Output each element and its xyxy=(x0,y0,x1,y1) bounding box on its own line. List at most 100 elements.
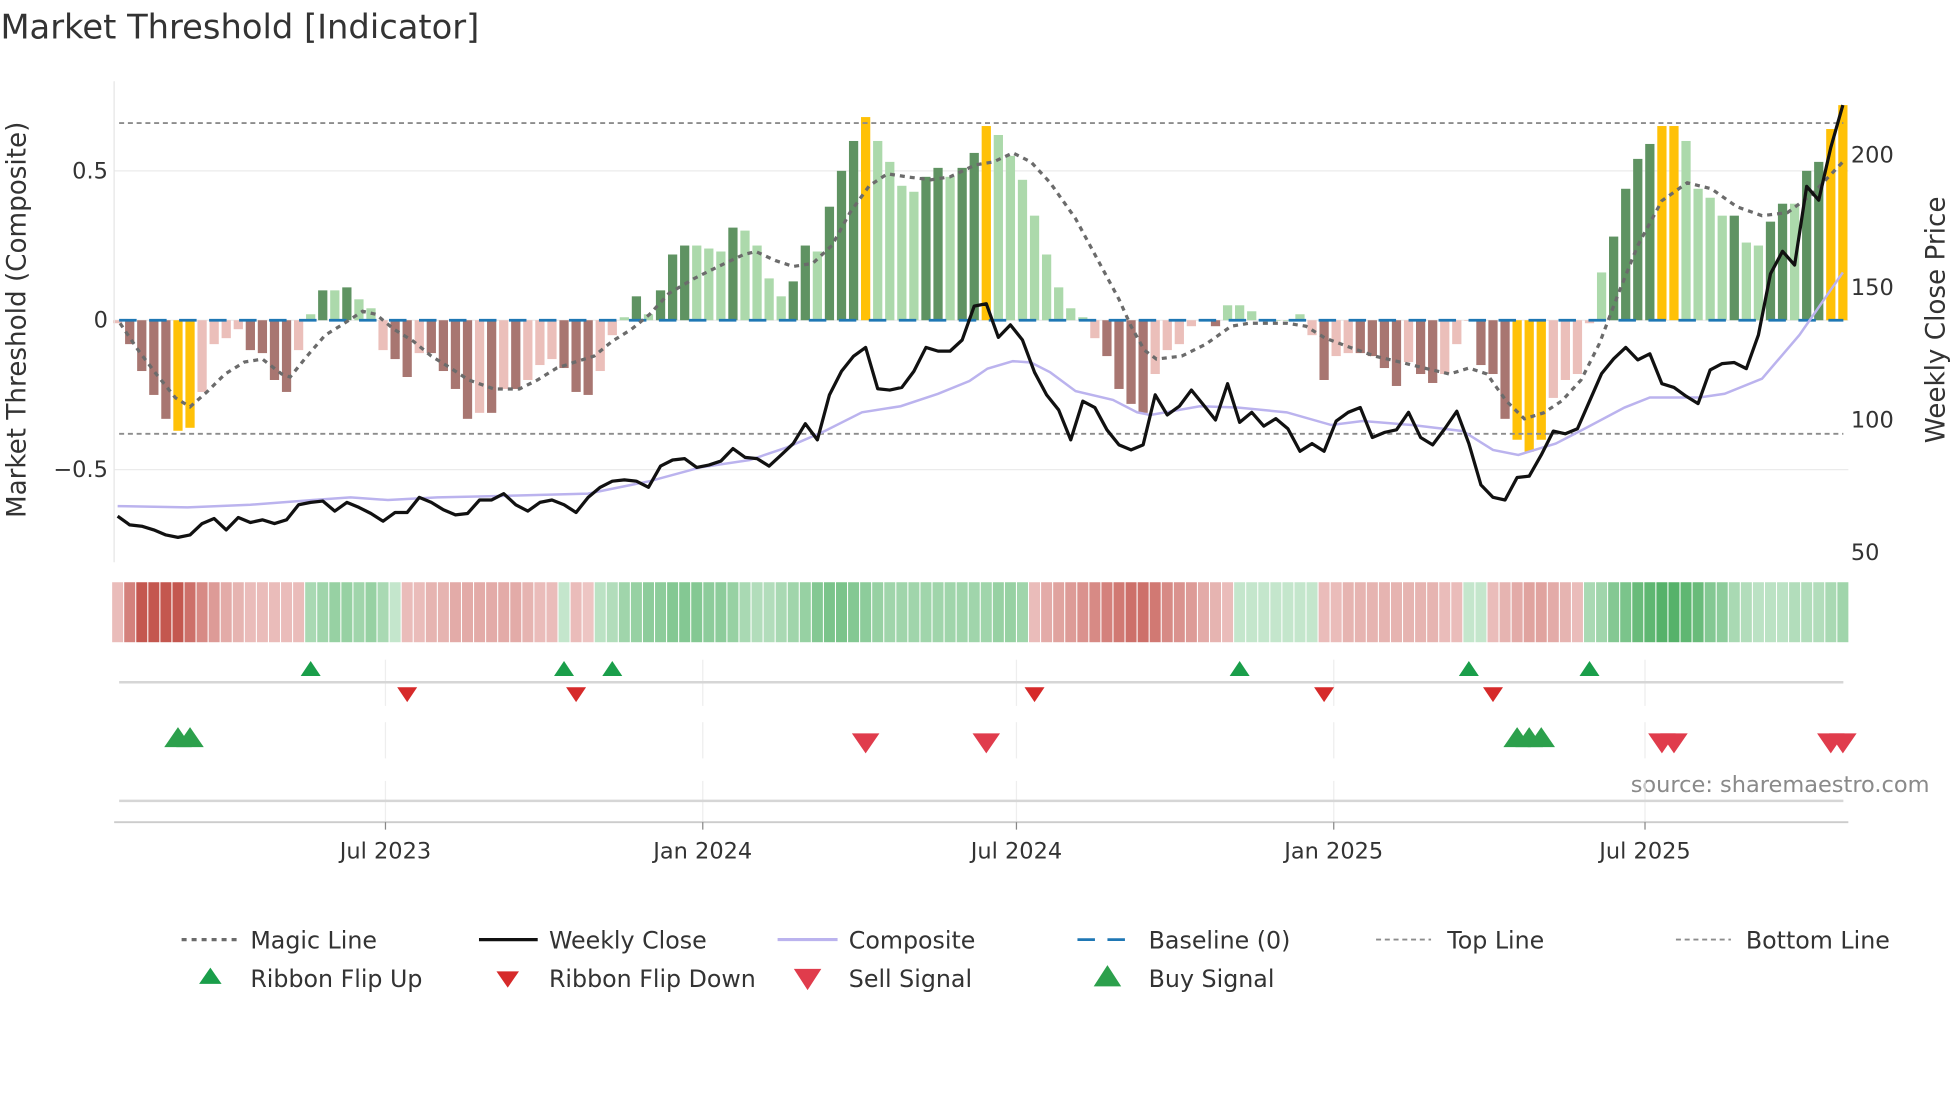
ribbon-cell xyxy=(1825,582,1837,643)
composite-bar xyxy=(173,320,183,431)
composite-bar xyxy=(1488,320,1498,375)
ribbon-cell xyxy=(1728,582,1740,643)
ribbon-cell xyxy=(811,582,823,643)
composite-bar xyxy=(269,320,280,380)
legend-label: Magic Line xyxy=(250,926,377,954)
composite-bar xyxy=(1681,140,1691,321)
source-credit: source: sharemaestro.com xyxy=(1631,772,1930,798)
ribbon-cell xyxy=(1149,582,1161,643)
composite-bar xyxy=(1054,287,1064,321)
composite-bar xyxy=(692,245,702,321)
composite-bar xyxy=(1741,242,1751,321)
composite-bar xyxy=(861,117,871,321)
composite-bar xyxy=(245,320,255,351)
composite-bar xyxy=(402,320,412,378)
composite-bar xyxy=(1331,320,1341,357)
ribbon-cell xyxy=(1077,582,1089,643)
composite-bar xyxy=(438,320,449,372)
composite-bar xyxy=(281,320,292,392)
y2-tick-label: 100 xyxy=(1851,407,1894,433)
ribbon-cell xyxy=(1113,582,1125,643)
composite-bar xyxy=(1029,215,1040,321)
composite-bar xyxy=(293,320,304,351)
ribbon-cell xyxy=(1185,582,1197,643)
composite-bar xyxy=(1838,105,1848,321)
composite-bar xyxy=(836,170,847,321)
gridlines xyxy=(114,170,1849,823)
composite-bar xyxy=(1633,158,1643,321)
ribbon-flip-up-marker xyxy=(1579,660,1600,676)
ribbon-cell xyxy=(691,582,703,643)
legend-item: Ribbon Flip Down xyxy=(496,965,756,993)
ribbon-cell xyxy=(1596,582,1608,643)
composite-bar xyxy=(969,152,979,321)
ribbon-cell xyxy=(184,582,196,643)
composite-bar xyxy=(1186,320,1197,327)
series-lines xyxy=(116,104,1845,539)
composite-bar xyxy=(764,278,774,321)
composite-bar xyxy=(487,320,497,413)
x-tick-label: Jul 2023 xyxy=(338,838,431,864)
composite-bar xyxy=(1717,215,1727,321)
composite-bar xyxy=(1391,320,1402,386)
composite-bar xyxy=(631,296,642,321)
ribbon-cell xyxy=(1197,582,1209,643)
composite-bar xyxy=(776,296,786,321)
ribbon-flip-down-marker xyxy=(1483,687,1503,703)
composite-bar xyxy=(1126,320,1136,404)
composite-bar xyxy=(1753,245,1764,321)
ribbon-cell xyxy=(1222,582,1234,643)
ribbon-cell xyxy=(618,582,630,643)
legend-item: Sell Signal xyxy=(793,965,972,993)
ribbon-cell xyxy=(932,582,944,643)
ribbon-cell xyxy=(667,582,679,643)
composite-bar xyxy=(511,320,521,389)
ribbon-cell xyxy=(920,582,932,643)
composite-bar xyxy=(450,320,461,389)
ribbon-flip-up-marker xyxy=(1458,660,1479,676)
ribbon-cell xyxy=(1378,582,1390,643)
legend-item: Composite xyxy=(777,926,975,954)
composite-bar xyxy=(873,140,883,321)
legend: Magic Line Weekly Close Composite Baseline … xyxy=(181,926,1890,993)
composite-bar xyxy=(1102,320,1112,357)
signal-markers xyxy=(119,660,1857,803)
legend-buy-icon xyxy=(1093,965,1122,987)
ribbon-cell xyxy=(1053,582,1065,643)
ribbon-cell xyxy=(112,582,124,643)
ribbon-cell xyxy=(1415,582,1427,643)
ribbon-cell xyxy=(872,582,884,643)
legend-label: Ribbon Flip Down xyxy=(549,965,756,993)
ribbon-cell xyxy=(1004,582,1016,643)
composite-bar xyxy=(149,320,159,395)
composite-bar xyxy=(499,320,509,389)
ribbon-cell xyxy=(232,582,244,643)
ribbon-cell xyxy=(546,582,558,643)
ribbon-cell xyxy=(1439,582,1451,643)
ribbon-cell xyxy=(1777,582,1789,643)
ribbon-cell xyxy=(787,582,799,643)
ribbon-cell xyxy=(317,582,329,643)
ribbon-flip-up-marker xyxy=(554,660,575,676)
composite-bar xyxy=(933,167,943,321)
composite-bar xyxy=(1355,320,1365,354)
composite-bar xyxy=(824,206,835,321)
ribbon-cell xyxy=(305,582,317,643)
composite-bar xyxy=(1017,179,1028,321)
ribbon-cell xyxy=(715,582,727,643)
chart-title: Market Threshold [Indicator] xyxy=(0,8,479,47)
composite-bar xyxy=(1572,320,1583,375)
x-tick-label: Jan 2024 xyxy=(651,838,752,864)
composite-bar xyxy=(1138,320,1148,413)
ribbon-cell xyxy=(1704,582,1716,643)
sell-signal-marker xyxy=(851,733,880,754)
legend-label: Buy Signal xyxy=(1149,965,1275,993)
composite-bar xyxy=(535,320,545,366)
ribbon-cell xyxy=(727,582,739,643)
composite-bar xyxy=(1621,188,1631,321)
ribbon-cell xyxy=(1487,582,1499,643)
legend-label: Top Line xyxy=(1446,926,1544,954)
ribbon-cell xyxy=(1789,582,1801,643)
legend-item: Magic Line xyxy=(181,926,377,954)
composite-bar xyxy=(704,248,714,321)
